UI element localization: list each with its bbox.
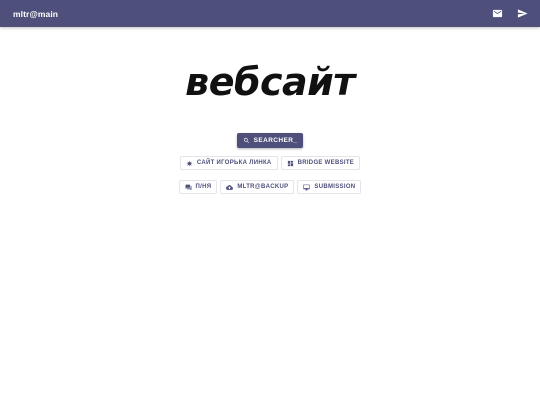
links-row-1: САЙТ ИГОРЬКА ЛИНКА BRIDGE WEBSITE (0, 156, 540, 170)
search-button-label: SEARCHER_ (253, 137, 298, 144)
link-submission[interactable]: SUBMISSION (297, 180, 362, 194)
dashboard-icon (287, 160, 293, 166)
link-bridge-website[interactable]: BRIDGE WEBSITE (280, 156, 361, 170)
search-row: SEARCHER_ (0, 133, 540, 148)
link-mltr-backup-label: MLTR@BACKUP (237, 184, 289, 190)
asterisk-icon (186, 160, 193, 166)
link-submission-label: SUBMISSION (314, 184, 356, 190)
site-logo-text: вебсайт (185, 60, 355, 104)
links-row-2: П/НЯ MLTR@BACKUP SUBMISSION (0, 180, 540, 194)
site-name-link[interactable]: mltr@main (13, 9, 58, 19)
chat-icon (185, 184, 191, 190)
link-pnya-label: П/НЯ (195, 184, 212, 190)
link-igor-site-label: САЙТ ИГОРЬКА ЛИНКА (196, 160, 272, 166)
link-igor-site[interactable]: САЙТ ИГОРЬКА ЛИНКА (179, 156, 278, 170)
mail-icon[interactable] (490, 6, 505, 21)
search-icon (243, 137, 249, 143)
search-button[interactable]: SEARCHER_ (236, 133, 304, 148)
send-icon[interactable] (515, 6, 530, 21)
top-actions (490, 6, 530, 21)
link-mltr-backup[interactable]: MLTR@BACKUP (220, 180, 295, 194)
monitor-icon (303, 184, 311, 190)
cloud-icon (226, 184, 234, 190)
link-bridge-website-label: BRIDGE WEBSITE (297, 160, 355, 166)
link-pnya[interactable]: П/НЯ (178, 180, 218, 194)
top-app-bar: mltr@main (0, 0, 540, 27)
